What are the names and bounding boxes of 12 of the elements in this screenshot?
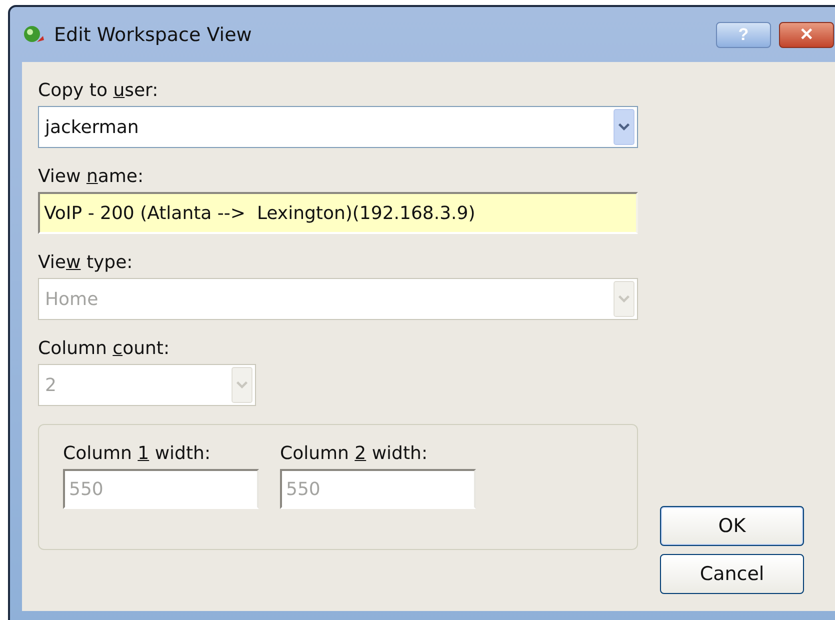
field-label: Column count: (38, 338, 171, 360)
ok-button[interactable]: OK (660, 506, 804, 546)
user-dropdown[interactable]: jackerman (38, 106, 638, 148)
field-label: Column 1 width: (63, 443, 212, 465)
close-button[interactable]: ✕ (779, 22, 834, 48)
field-label: Copy to user: (38, 80, 160, 102)
field-label: Column 2 width: (280, 443, 429, 465)
cancel-button[interactable]: Cancel (660, 554, 804, 594)
window-title: Edit Workspace View (54, 24, 252, 46)
field-label: View type: (38, 252, 134, 274)
field-label: View name: (38, 166, 145, 188)
view-name-field[interactable]: VoIP - 200 (Atlanta --> Lexington)(192.168.3.9) (38, 192, 638, 234)
